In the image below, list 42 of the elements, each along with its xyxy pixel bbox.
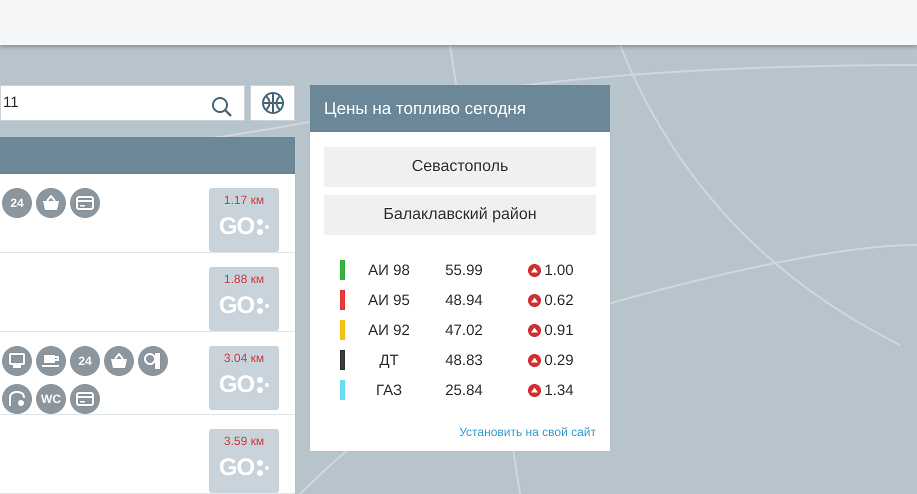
- dots-icon: [257, 376, 270, 394]
- fuel-name: ДТ: [378, 352, 400, 368]
- wash-icon: [2, 384, 32, 414]
- price-change: 1.34: [544, 382, 574, 398]
- globe-button[interactable]: [250, 85, 295, 121]
- service-badge: 24: [70, 346, 100, 376]
- dots-icon: [257, 459, 270, 477]
- tyre-icon: [138, 346, 168, 376]
- search-field[interactable]: 11: [0, 85, 245, 121]
- cup-icon: [36, 346, 66, 376]
- fuel-name: ГАЗ: [374, 382, 403, 398]
- distance-text: 1.88 км: [224, 272, 264, 286]
- price-change: 1.00: [544, 262, 574, 278]
- service-badge: WC: [36, 384, 66, 414]
- price-change: 0.91: [544, 322, 574, 338]
- dots-icon: [257, 218, 270, 236]
- distance-text: 1.17 км: [224, 193, 264, 207]
- basket-icon: [36, 188, 66, 218]
- card-icon: [70, 188, 100, 218]
- dots-icon: [257, 297, 270, 315]
- fuel-price: 48.94: [444, 292, 484, 308]
- region-selector[interactable]: Балаклавский район: [324, 195, 596, 235]
- fuel-name: АИ 95: [367, 292, 411, 308]
- service-badge: 24: [2, 188, 32, 218]
- terminal-icon: [2, 346, 32, 376]
- price-change: 0.29: [544, 352, 574, 368]
- distance-text: 3.04 км: [224, 351, 264, 365]
- install-link[interactable]: Установить на свой сайт: [459, 425, 596, 439]
- card-icon: [70, 384, 100, 414]
- fuel-name: АИ 98: [367, 262, 411, 278]
- search-icon: [211, 96, 233, 118]
- fuel-price: 55.99: [444, 262, 484, 278]
- fuel-price: 47.02: [444, 322, 484, 338]
- fuel-price: 25.84: [444, 382, 484, 398]
- widget-title: Цены на топливо сегодня: [324, 98, 526, 118]
- distance-text: 3.59 км: [224, 434, 264, 448]
- globe-icon: [260, 90, 284, 115]
- fuel-price: 48.83: [444, 352, 484, 368]
- price-change: 0.62: [544, 292, 574, 308]
- fuel-name: АИ 92: [367, 322, 411, 338]
- region-selector[interactable]: Севастополь: [324, 147, 596, 187]
- basket-icon: [104, 346, 134, 376]
